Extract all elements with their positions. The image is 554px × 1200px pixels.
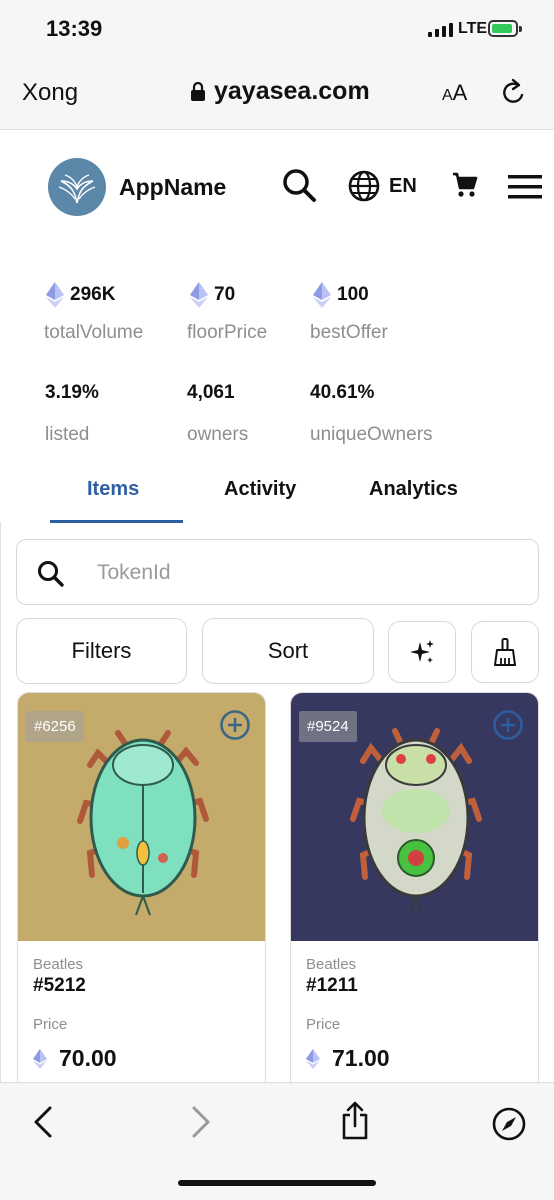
active-tab-indicator: [50, 520, 183, 523]
sparkle-button[interactable]: [388, 621, 456, 683]
tab-analytics[interactable]: Analytics: [369, 478, 458, 501]
nft-badge: #6256: [26, 711, 84, 742]
back-icon[interactable]: [32, 1105, 54, 1139]
signal-icon: [428, 23, 453, 37]
stat-label: uniqueOwners: [310, 424, 433, 445]
clear-button[interactable]: [471, 621, 539, 683]
lock-icon: [191, 81, 205, 101]
stat-value: 100: [337, 284, 369, 305]
nft-collection: Beatles: [33, 956, 84, 973]
language-selector[interactable]: EN: [389, 175, 417, 198]
broom-icon: [494, 638, 516, 666]
text-size-button[interactable]: AA: [442, 80, 467, 106]
app-name: AppName: [119, 174, 227, 200]
nft-price: 71.00: [306, 1045, 390, 1072]
stat-value: 4,061: [187, 382, 235, 403]
add-circle-icon[interactable]: [219, 709, 251, 741]
done-button[interactable]: Xong: [22, 79, 78, 107]
cart-icon[interactable]: [452, 172, 478, 198]
forward-icon[interactable]: [190, 1105, 212, 1139]
nft-card[interactable]: #9524 Beatles #1211 Price 71.00: [290, 692, 539, 1092]
network-label: LTE: [458, 20, 488, 37]
sparkle-icon: [410, 640, 434, 663]
price-label: Price: [306, 1016, 341, 1033]
eth-icon: [306, 1048, 320, 1069]
eth-icon: [46, 282, 64, 308]
token-search: [16, 539, 539, 605]
menu-icon[interactable]: [508, 175, 542, 199]
stat-owners: 4,061 owners: [187, 382, 248, 446]
status-bar: 13:39 LTE: [0, 0, 554, 60]
compass-icon[interactable]: [492, 1107, 526, 1141]
stat-value: 296K: [70, 284, 116, 305]
reload-icon[interactable]: [500, 78, 528, 108]
nft-collection: Beatles: [306, 956, 357, 973]
tab-activity[interactable]: Activity: [224, 478, 296, 501]
app-header: AppName EN: [0, 130, 554, 240]
nft-token-id: #5212: [33, 975, 86, 996]
nft-price: 70.00: [33, 1045, 117, 1072]
eth-icon: [33, 1048, 47, 1069]
battery-icon: [488, 20, 522, 37]
stat-listed: 3.19% listed: [45, 382, 99, 446]
address-bar[interactable]: yayasea.com: [190, 77, 370, 106]
stat-best-offer: 100 bestOffer: [310, 282, 388, 343]
nft-badge: #9524: [299, 711, 357, 742]
stat-label: totalVolume: [44, 322, 144, 343]
search-icon: [38, 561, 64, 587]
price-label: Price: [33, 1016, 68, 1033]
whale-tail-icon: [58, 174, 96, 204]
stat-label: bestOffer: [310, 322, 388, 343]
tab-items[interactable]: Items: [87, 478, 139, 501]
nft-card[interactable]: #6256 Beatles #5212 Price 70.00: [17, 692, 266, 1092]
nft-token-id: #1211: [306, 975, 358, 996]
browser-bar: Xong yayasea.com AA: [0, 60, 554, 130]
eth-icon: [313, 282, 331, 308]
price-value: 71.00: [332, 1045, 390, 1071]
stat-label: owners: [187, 424, 249, 445]
stat-floor-price: 70 floorPrice: [187, 282, 267, 343]
globe-icon[interactable]: [348, 170, 380, 202]
eth-icon: [190, 282, 208, 308]
stat-value: 70: [214, 284, 236, 305]
search-icon[interactable]: [282, 168, 318, 204]
content-divider: [0, 522, 1, 1082]
add-circle-icon[interactable]: [492, 709, 524, 741]
share-icon[interactable]: [340, 1101, 370, 1141]
stat-unique-owners: 40.61% uniqueOwners: [310, 382, 433, 446]
stat-label: floorPrice: [187, 322, 268, 343]
stat-value: 40.61%: [310, 382, 375, 403]
stat-value: 3.19%: [45, 382, 99, 403]
filters-button[interactable]: Filters: [16, 618, 187, 684]
stat-total-volume: 296K totalVolume: [44, 282, 143, 343]
stat-label: listed: [45, 424, 90, 445]
app-logo[interactable]: [48, 158, 106, 216]
home-indicator: [178, 1180, 376, 1186]
status-time: 13:39: [46, 16, 103, 41]
url-text: yayasea.com: [214, 77, 370, 105]
price-value: 70.00: [59, 1045, 117, 1071]
token-id-input[interactable]: [97, 556, 497, 590]
sort-button[interactable]: Sort: [202, 618, 374, 684]
